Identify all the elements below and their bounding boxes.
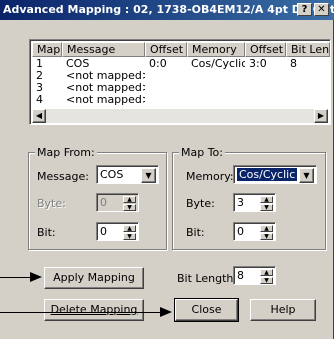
spin-up-icon[interactable]: ▲: [260, 225, 273, 232]
column-header-message[interactable]: Message: [62, 42, 145, 57]
chevron-down-icon[interactable]: ▼: [299, 168, 314, 183]
scroll-left-button[interactable]: ◀: [32, 109, 46, 123]
map-to-bit-value: 0: [237, 225, 244, 238]
spin-down-icon[interactable]: ▼: [260, 233, 273, 240]
advanced-mapping-dialog: Advanced Mapping : 02, 1738-OB4EM12/A 4p…: [0, 0, 335, 339]
callout-arrow-head: [30, 272, 42, 282]
memory-dropdown-value: Cos/Cyclic: [237, 168, 298, 181]
map-from-message-label: Message:: [37, 170, 89, 183]
mapping-table[interactable]: Map Message Offset Memory Offset Bit Len…: [29, 39, 331, 125]
close-button[interactable]: Close: [174, 298, 239, 322]
cell-bit-length: 8: [290, 58, 297, 70]
bit-spinner[interactable]: ▲ ▼: [123, 225, 136, 240]
map-to-byte-value: 3: [237, 196, 244, 209]
spin-up-icon[interactable]: ▲: [123, 225, 136, 232]
cell-map: 2: [36, 70, 43, 82]
chevron-down-icon[interactable]: ▼: [141, 168, 156, 183]
cell-map: 3: [36, 82, 43, 94]
spin-down-icon[interactable]: ▼: [260, 277, 273, 284]
bit-length-label: Bit Length:: [177, 272, 238, 285]
map-from-bit-label: Bit:: [37, 226, 56, 239]
message-dropdown-value: COS: [100, 168, 124, 181]
map-from-byte-label: Byte:: [37, 197, 66, 210]
table-row[interactable]: 1 COS 0:0 Cos/Cyclic 3:0 8: [32, 58, 330, 70]
bit-length-value: 8: [237, 269, 244, 282]
bit-length-field[interactable]: 8 ▲ ▼: [233, 266, 276, 285]
scroll-right-icon: ▶: [317, 111, 325, 120]
byte-spinner[interactable]: ▲ ▼: [123, 196, 136, 211]
cell-message: <not mapped>: [66, 94, 145, 106]
table-row[interactable]: 3 <not mapped>: [32, 82, 145, 94]
spin-up-icon[interactable]: ▲: [123, 196, 136, 203]
spin-down-icon[interactable]: ▼: [123, 233, 136, 240]
cell-offset: 0:0: [149, 58, 167, 70]
spin-up-icon[interactable]: ▲: [260, 269, 273, 276]
title-bar[interactable]: Advanced Mapping : 02, 1738-OB4EM12/A 4p…: [0, 0, 335, 20]
apply-mapping-button[interactable]: Apply Mapping: [44, 267, 144, 289]
message-dropdown[interactable]: COS ▼: [96, 165, 159, 184]
cell-message: <not mapped>: [66, 70, 145, 82]
map-to-byte-label: Byte:: [186, 197, 215, 210]
map-to-byte-field[interactable]: 3 ▲ ▼: [233, 193, 276, 212]
help-icon[interactable]: ?: [297, 3, 312, 16]
map-from-bit-value: 0: [100, 225, 107, 238]
delete-mapping-button[interactable]: Delete Mapping: [44, 299, 144, 321]
cell-map: 1: [36, 58, 43, 70]
cell-message: COS: [66, 58, 90, 70]
horizontal-scrollbar[interactable]: ◀ ▶: [32, 109, 328, 123]
cell-message: <not mapped>: [66, 82, 145, 94]
column-header-map[interactable]: Map: [32, 42, 62, 57]
column-header-memory[interactable]: Memory: [187, 42, 245, 57]
spin-down-icon[interactable]: ▼: [123, 204, 136, 211]
column-header-bit-length[interactable]: Bit Length: [286, 42, 330, 57]
window-title: Advanced Mapping : 02, 1738-OB4EM12/A 4p…: [3, 3, 335, 16]
byte-spinner[interactable]: ▲ ▼: [260, 196, 273, 211]
map-from-bit-field[interactable]: 0 ▲ ▼: [96, 222, 139, 241]
cell-map: 4: [36, 94, 43, 106]
map-from-byte-value: 0: [100, 196, 107, 209]
spin-down-icon[interactable]: ▼: [260, 204, 273, 211]
column-header-offset-2[interactable]: Offset: [245, 42, 286, 57]
table-row[interactable]: 2 <not mapped>: [32, 70, 145, 82]
column-header-offset[interactable]: Offset: [145, 42, 187, 57]
map-to-bit-field[interactable]: 0 ▲ ▼: [233, 222, 276, 241]
cell-offset-2: 3:0: [249, 58, 267, 70]
map-to-memory-label: Memory:: [186, 170, 234, 183]
callout-arrow-line: [0, 312, 160, 313]
scroll-right-button[interactable]: ▶: [314, 109, 328, 123]
table-header: Map Message Offset Memory Offset Bit Len…: [32, 42, 330, 57]
map-to-bit-label: Bit:: [186, 226, 205, 239]
callout-arrow-head: [160, 307, 172, 317]
delete-mapping-label: Delete Mapping: [50, 303, 138, 316]
bit-spinner[interactable]: ▲ ▼: [260, 225, 273, 240]
scroll-left-icon: ◀: [35, 111, 43, 120]
cell-memory: Cos/Cyclic: [191, 58, 245, 70]
map-from-byte-field[interactable]: 0 ▲ ▼: [96, 193, 139, 212]
map-from-title: Map From:: [35, 146, 97, 159]
bit-length-spinner[interactable]: ▲ ▼: [260, 269, 273, 284]
table-row[interactable]: 4 <not mapped>: [32, 94, 145, 106]
help-button[interactable]: Help: [250, 299, 316, 321]
spin-up-icon[interactable]: ▲: [260, 196, 273, 203]
map-to-title: Map To:: [179, 146, 225, 159]
memory-dropdown[interactable]: Cos/Cyclic ▼: [233, 165, 317, 184]
close-icon[interactable]: ✕: [314, 3, 329, 16]
callout-arrow-line: [0, 277, 30, 278]
